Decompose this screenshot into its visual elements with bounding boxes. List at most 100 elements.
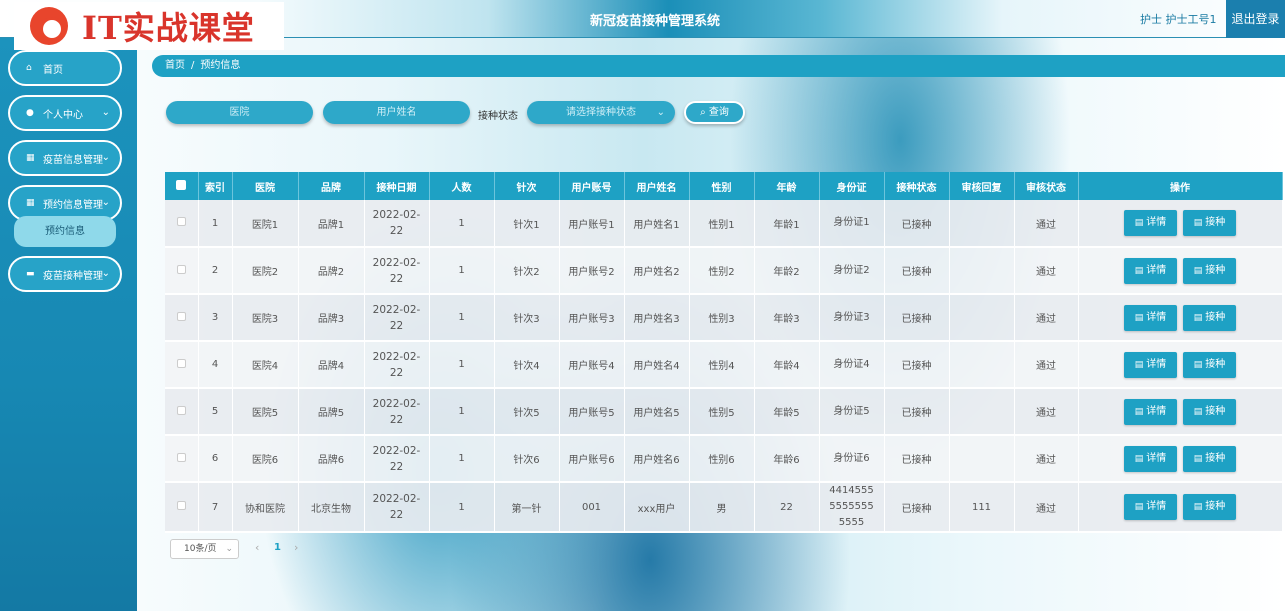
- row-checkbox[interactable]: [165, 388, 199, 436]
- row-checkbox[interactable]: [165, 482, 199, 533]
- cell-dose: 针次5: [494, 388, 560, 436]
- cell-date: 2022-02-22: [364, 341, 430, 389]
- cell-status: 已接种: [884, 294, 950, 342]
- sidebar-item-profile[interactable]: ● 个人中心 ⌄: [8, 95, 122, 131]
- detail-button[interactable]: ▤ 详情: [1124, 398, 1177, 425]
- column-header: 用户姓名: [624, 172, 690, 200]
- detail-button[interactable]: ▤ 详情: [1124, 445, 1177, 472]
- next-page-icon[interactable]: ›: [294, 541, 298, 554]
- logout-button[interactable]: 退出登录: [1226, 0, 1285, 38]
- cell-audit: 通过: [1014, 247, 1079, 295]
- status-select-placeholder: 请选择接种状态: [566, 107, 636, 118]
- cell-idx: 2: [198, 247, 233, 295]
- prev-page-icon[interactable]: ‹: [255, 541, 259, 554]
- cell-count: 1: [429, 435, 495, 483]
- cell-account: 用户账号2: [559, 247, 625, 295]
- cell-name: 用户姓名2: [624, 247, 690, 295]
- page-number[interactable]: 1: [274, 542, 281, 553]
- user-icon: ●: [26, 108, 34, 118]
- cell-age: 年龄3: [754, 294, 820, 342]
- cell-dose: 针次1: [494, 200, 560, 248]
- cell-idcard: 441455555555555555: [819, 482, 885, 533]
- cell-audit: 通过: [1014, 482, 1079, 533]
- status-select[interactable]: 请选择接种状态 ⌄: [527, 101, 675, 124]
- table-row: 7 协和医院 北京生物 2022-02-22 1 第一针 001 xxx用户男 22 441455…: [165, 482, 1283, 533]
- document-icon: ▤: [1134, 502, 1144, 512]
- hospital-input[interactable]: 医院: [166, 101, 313, 124]
- cell-actions: ▤ 详情 ▤ 接种: [1078, 200, 1283, 248]
- cell-actions: ▤ 详情 ▤ 接种: [1078, 247, 1283, 295]
- detail-button[interactable]: ▤ 详情: [1124, 304, 1177, 331]
- cell-audit: 通过: [1014, 435, 1079, 483]
- row-checkbox[interactable]: [165, 247, 199, 295]
- vaccinate-button[interactable]: ▤ 接种: [1183, 257, 1236, 284]
- column-header: 性别: [689, 172, 755, 200]
- cell-hospital: 医院5: [232, 388, 299, 436]
- cell-idx: 4: [198, 341, 233, 389]
- document-icon: ▤: [1134, 312, 1144, 323]
- cell-dose: 针次2: [494, 247, 560, 295]
- row-checkbox[interactable]: [165, 294, 199, 342]
- sidebar-item-vaccination[interactable]: ▬ 疫苗接种管理 ⌄: [8, 256, 122, 292]
- column-header: 人数: [429, 172, 495, 200]
- cell-reply: [949, 388, 1015, 436]
- cell-brand: 品牌1: [298, 200, 365, 248]
- cell-count: 1: [429, 247, 495, 295]
- cell-date: 2022-02-22: [364, 388, 430, 436]
- row-checkbox[interactable]: [165, 435, 199, 483]
- cell-idcard: 身份证2: [819, 247, 885, 295]
- cell-age: 年龄6: [754, 435, 820, 483]
- document-icon: ▤: [1134, 359, 1144, 370]
- document-icon: ▤: [1134, 265, 1144, 276]
- column-header: 索引: [198, 172, 233, 200]
- cell-count: 1: [429, 341, 495, 389]
- cell-reply: [949, 341, 1015, 389]
- sidebar-item-label: 首页: [43, 64, 63, 76]
- row-checkbox[interactable]: [165, 341, 199, 389]
- detail-button[interactable]: ▤ 详情: [1124, 257, 1177, 284]
- query-button[interactable]: ⌕ 查询: [684, 101, 745, 124]
- vaccinate-button[interactable]: ▤ 接种: [1183, 351, 1236, 378]
- vaccinate-button[interactable]: ▤ 接种: [1183, 398, 1236, 425]
- column-header: 接种日期: [364, 172, 430, 200]
- vaccinate-button[interactable]: ▤ 接种: [1183, 445, 1236, 472]
- cell-age: 年龄2: [754, 247, 820, 295]
- sidebar-item-label: 疫苗信息管理: [43, 154, 103, 166]
- cell-gender: 性别1: [689, 200, 755, 248]
- column-header: 品牌: [298, 172, 365, 200]
- sidebar-item-home[interactable]: ⌂ 首页: [8, 50, 122, 86]
- vaccinate-button[interactable]: ▤ 接种: [1183, 304, 1236, 331]
- breadcrumb-current: 预约信息: [200, 60, 241, 71]
- cell-date: 2022-02-22: [364, 482, 430, 533]
- detail-button[interactable]: ▤ 详情: [1124, 494, 1177, 520]
- username-input[interactable]: 用户姓名: [323, 101, 470, 124]
- cell-name: 用户姓名1: [624, 200, 690, 248]
- breadcrumb-home[interactable]: 首页: [165, 60, 185, 71]
- cell-actions: ▤ 详情 ▤ 接种: [1078, 341, 1283, 389]
- vaccinate-button[interactable]: ▤ 接种: [1183, 210, 1236, 236]
- cell-hospital: 医院1: [232, 200, 299, 248]
- cell-date: 2022-02-22: [364, 247, 430, 295]
- sidebar-subitem-booking-info[interactable]: 预约信息: [14, 216, 116, 247]
- select-all-checkbox[interactable]: [165, 172, 199, 200]
- cell-account: 用户账号5: [559, 388, 625, 436]
- cell-date: 2022-02-22: [364, 294, 430, 342]
- cell-status: 已接种: [884, 435, 950, 483]
- cell-audit: 通过: [1014, 341, 1079, 389]
- detail-button[interactable]: ▤ 详情: [1124, 351, 1177, 378]
- row-checkbox[interactable]: [165, 200, 199, 248]
- vaccinate-button[interactable]: ▤ 接种: [1183, 494, 1236, 520]
- page-size-select[interactable]: 10条/页 ⌄: [170, 539, 239, 559]
- column-header: 接种状态: [884, 172, 950, 200]
- cell-date: 2022-02-22: [364, 200, 430, 248]
- cell-brand: 品牌2: [298, 247, 365, 295]
- cell-account: 用户账号6: [559, 435, 625, 483]
- breadcrumb: 首页 / 预约信息: [152, 55, 1285, 77]
- cell-reply: [949, 247, 1015, 295]
- cell-status: 已接种: [884, 482, 950, 533]
- table-row: 6 医院6 品牌6 2022-02-22 1 针次6 用户账号6 用户姓名6 性别6 年龄6 身份证…: [165, 435, 1283, 483]
- sidebar-item-vaccine-info[interactable]: ▦ 疫苗信息管理 ⌄: [8, 140, 122, 176]
- document-icon: ▤: [1193, 265, 1203, 276]
- cell-gender: 性别2: [689, 247, 755, 295]
- detail-button[interactable]: ▤ 详情: [1124, 210, 1177, 236]
